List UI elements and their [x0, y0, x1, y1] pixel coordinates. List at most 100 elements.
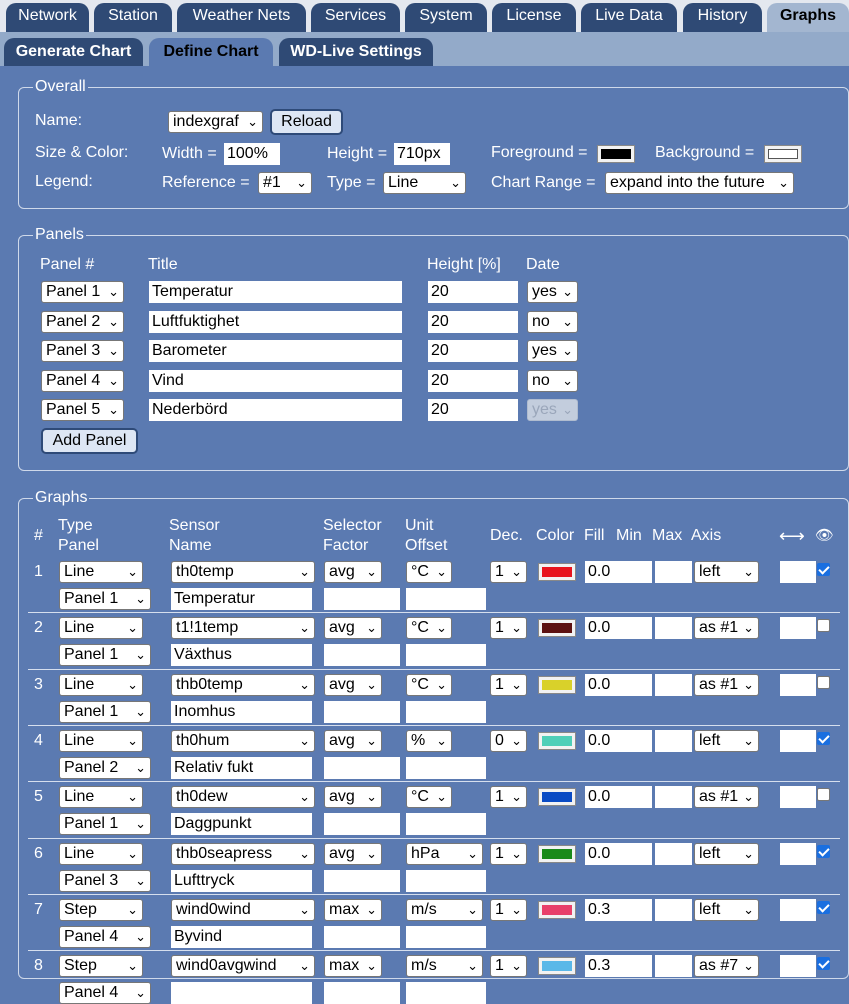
- graph-color-button[interactable]: [538, 619, 576, 638]
- graph-offset-input[interactable]: [406, 925, 486, 948]
- panel-height-input[interactable]: 20: [428, 399, 518, 421]
- graph-sensor-select[interactable]: th0dew ⌄: [171, 786, 315, 809]
- background-color-button[interactable]: [764, 145, 802, 163]
- graph-visible-checkbox[interactable]: [817, 957, 830, 971]
- panel-number-select[interactable]: Panel 3 ⌄: [41, 340, 124, 362]
- subtab-define-chart[interactable]: Define Chart: [149, 38, 273, 66]
- graph-type-select[interactable]: Line ⌄: [59, 561, 143, 583]
- graph-panel-select[interactable]: Panel 3 ⌄: [59, 869, 151, 892]
- graph-offset-input[interactable]: [406, 700, 486, 723]
- chart-range-select[interactable]: expand into the future ⌄: [605, 172, 794, 194]
- panel-title-input[interactable]: Vind: [149, 369, 402, 392]
- graph-max-input[interactable]: [655, 898, 692, 921]
- panel-title-input[interactable]: Barometer: [149, 340, 402, 362]
- graph-axis-select[interactable]: left ⌄: [694, 842, 759, 865]
- graph-decimals-select[interactable]: 1 ⌄: [490, 561, 527, 583]
- panel-number-select[interactable]: Panel 2 ⌄: [41, 310, 124, 333]
- graph-decimals-select[interactable]: 1 ⌄: [490, 842, 527, 865]
- tab-station[interactable]: Station: [94, 3, 172, 32]
- graph-offset-input[interactable]: [406, 813, 486, 836]
- graph-sensor-select[interactable]: thb0seapress ⌄: [171, 842, 315, 865]
- graph-visible-checkbox[interactable]: [817, 844, 830, 858]
- panel-title-input[interactable]: Nederbörd: [149, 399, 402, 421]
- graph-selector-select[interactable]: avg ⌄: [324, 673, 382, 696]
- graph-sensor-select[interactable]: t1!1temp ⌄: [171, 617, 315, 640]
- tab-system[interactable]: System: [405, 3, 487, 32]
- graph-panel-select[interactable]: Panel 2 ⌄: [59, 756, 151, 779]
- graph-color-button[interactable]: [538, 900, 576, 919]
- graph-unit-select[interactable]: °C ⌄: [406, 617, 452, 640]
- graph-unit-select[interactable]: m/s ⌄: [406, 955, 483, 978]
- graph-name-input[interactable]: Relativ fukt: [171, 756, 312, 779]
- graph-axis-select[interactable]: as #1 ⌄: [694, 673, 759, 696]
- graph-sensor-select[interactable]: th0hum ⌄: [171, 729, 315, 752]
- graph-max-input[interactable]: [655, 729, 692, 752]
- graph-sensor-select[interactable]: th0temp ⌄: [171, 561, 315, 583]
- tab-live-data[interactable]: Live Data: [581, 3, 677, 32]
- graph-panel-select[interactable]: Panel 1 ⌄: [59, 700, 151, 723]
- graph-offset-input[interactable]: [406, 588, 486, 610]
- graph-unit-select[interactable]: m/s ⌄: [406, 898, 483, 921]
- panel-title-input[interactable]: Luftfuktighet: [149, 310, 402, 333]
- graph-axis-select[interactable]: as #1 ⌄: [694, 617, 759, 640]
- graph-decimals-select[interactable]: 0 ⌄: [490, 729, 527, 752]
- graph-fill-input[interactable]: 0.0: [585, 842, 652, 865]
- graph-type-select[interactable]: Line ⌄: [59, 673, 143, 696]
- graph-fill-input[interactable]: 0.0: [585, 617, 652, 640]
- tab-network[interactable]: Network: [6, 3, 89, 32]
- graph-line-width-input[interactable]: [780, 898, 816, 921]
- graph-name-input[interactable]: Daggpunkt: [171, 813, 312, 836]
- panel-height-input[interactable]: 20: [428, 310, 518, 333]
- graph-color-button[interactable]: [538, 788, 576, 807]
- graph-offset-input[interactable]: [406, 756, 486, 779]
- graph-line-width-input[interactable]: [780, 786, 816, 809]
- subtab-generate-chart[interactable]: Generate Chart: [4, 38, 143, 66]
- graph-max-input[interactable]: [655, 786, 692, 809]
- graph-fill-input[interactable]: 0.0: [585, 786, 652, 809]
- graph-decimals-select[interactable]: 1 ⌄: [490, 617, 527, 640]
- tab-history[interactable]: History: [683, 3, 762, 32]
- foreground-color-button[interactable]: [597, 145, 635, 163]
- graph-line-width-input[interactable]: [780, 729, 816, 752]
- graph-color-button[interactable]: [538, 957, 576, 976]
- graph-visible-checkbox[interactable]: [817, 619, 830, 633]
- graph-line-width-input[interactable]: [780, 673, 816, 696]
- graph-decimals-select[interactable]: 1 ⌄: [490, 673, 527, 696]
- add-panel-button[interactable]: Add Panel: [41, 428, 138, 454]
- graph-offset-input[interactable]: [406, 644, 486, 667]
- graph-decimals-select[interactable]: 1 ⌄: [490, 955, 527, 978]
- panel-date-select[interactable]: yes ⌄: [527, 281, 578, 303]
- graph-fill-input[interactable]: 0.0: [585, 673, 652, 696]
- graph-visible-checkbox[interactable]: [817, 563, 830, 576]
- graph-panel-select[interactable]: Panel 4 ⌄: [59, 925, 151, 948]
- graph-factor-input[interactable]: [324, 588, 400, 610]
- panel-date-select[interactable]: yes ⌄: [527, 399, 578, 421]
- graph-unit-select[interactable]: °C ⌄: [406, 786, 452, 809]
- legend-type-select[interactable]: Line ⌄: [383, 172, 466, 194]
- panel-date-select[interactable]: no ⌄: [527, 310, 578, 333]
- graph-factor-input[interactable]: [324, 756, 400, 779]
- graph-name-input[interactable]: Inomhus: [171, 700, 312, 723]
- panel-date-select[interactable]: no ⌄: [527, 369, 578, 392]
- graph-name-input[interactable]: Temperatur: [171, 588, 312, 610]
- graph-selector-select[interactable]: avg ⌄: [324, 617, 382, 640]
- graph-fill-input[interactable]: 0.3: [585, 955, 652, 978]
- graph-visible-checkbox[interactable]: [817, 675, 830, 689]
- panel-height-input[interactable]: 20: [428, 281, 518, 303]
- panel-date-select[interactable]: yes ⌄: [527, 340, 578, 362]
- graph-type-select[interactable]: Line ⌄: [59, 617, 143, 640]
- graph-axis-select[interactable]: as #7 ⌄: [694, 955, 759, 978]
- reference-select[interactable]: #1 ⌄: [258, 172, 312, 194]
- panel-number-select[interactable]: Panel 4 ⌄: [41, 369, 124, 392]
- graph-panel-select[interactable]: Panel 1 ⌄: [59, 588, 151, 610]
- graph-decimals-select[interactable]: 1 ⌄: [490, 786, 527, 809]
- graph-type-select[interactable]: Step ⌄: [59, 955, 143, 978]
- graph-max-input[interactable]: [655, 561, 692, 583]
- graph-sensor-select[interactable]: wind0wind ⌄: [171, 898, 315, 921]
- graph-name-input[interactable]: Växthus: [171, 644, 312, 667]
- graph-line-width-input[interactable]: [780, 617, 816, 640]
- graph-visible-checkbox[interactable]: [817, 788, 830, 802]
- tab-weather-nets[interactable]: Weather Nets: [177, 3, 306, 32]
- graph-fill-input[interactable]: 0.0: [585, 561, 652, 583]
- graph-sensor-select[interactable]: wind0avgwind ⌄: [171, 955, 315, 978]
